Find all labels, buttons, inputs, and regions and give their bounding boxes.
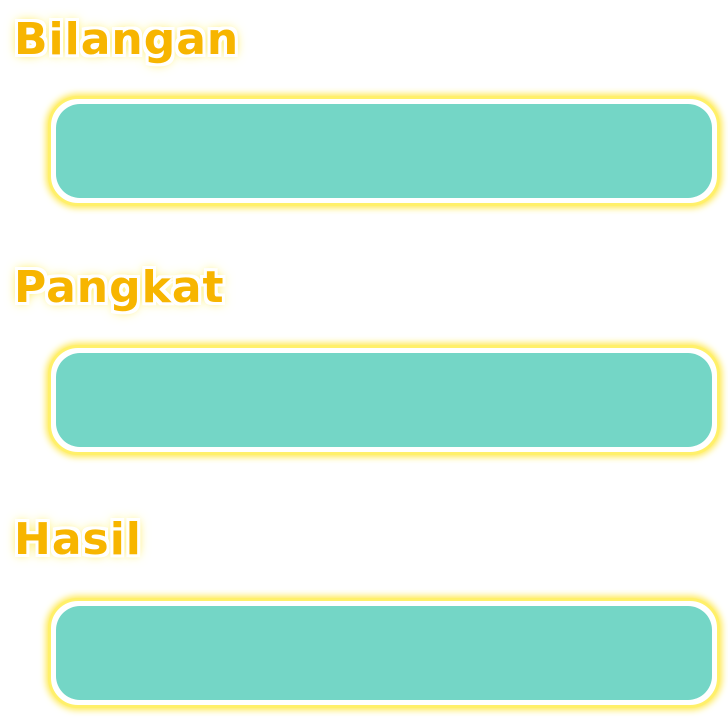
- hasil-field-frame: [48, 598, 720, 708]
- bilangan-label: Bilangan: [14, 14, 240, 65]
- bilangan-input[interactable]: [56, 104, 712, 198]
- pangkat-label: Pangkat: [14, 262, 225, 313]
- pangkat-field-frame: [48, 345, 720, 455]
- pangkat-input[interactable]: [56, 353, 712, 447]
- hasil-output: [56, 606, 712, 700]
- bilangan-field-frame: [48, 96, 720, 206]
- hasil-label: Hasil: [14, 514, 142, 565]
